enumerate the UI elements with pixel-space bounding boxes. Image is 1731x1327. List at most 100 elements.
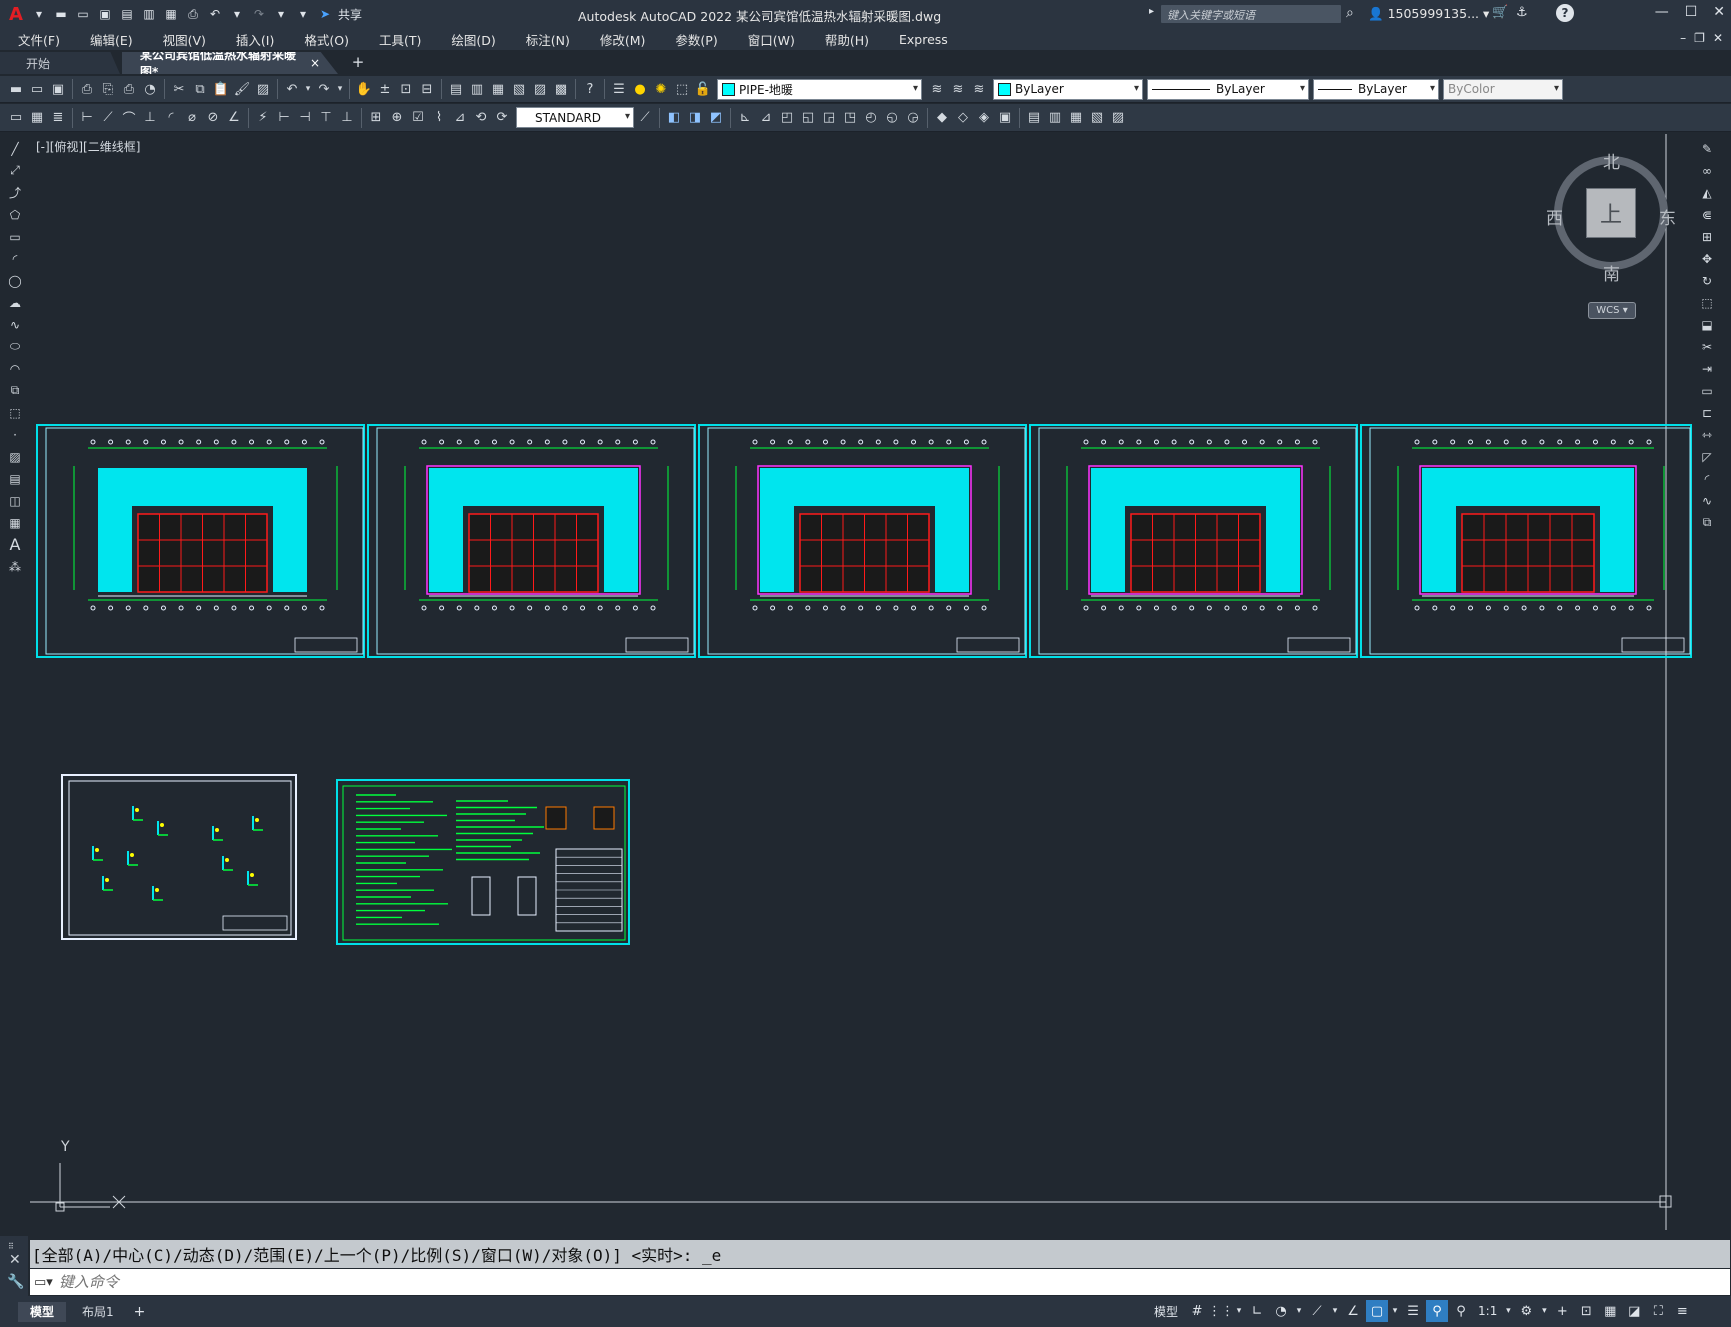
spline-icon[interactable]: ∿ xyxy=(6,315,24,334)
erase-icon[interactable]: ✎ xyxy=(1698,139,1716,158)
dimension-text-edit-icon[interactable]: ⟲ xyxy=(471,108,491,128)
properties-icon[interactable]: ▤ xyxy=(446,79,466,99)
aligned-dimension-icon[interactable]: ⟋ xyxy=(98,108,118,128)
center-mark-icon[interactable]: ⊕ xyxy=(387,108,407,128)
construction-line-icon[interactable]: ⤢ xyxy=(6,161,24,180)
tab-layout1[interactable]: 布局1 xyxy=(70,1302,126,1322)
design-center-icon[interactable]: ▥ xyxy=(467,79,487,99)
doc-close-icon[interactable]: ✕ xyxy=(1713,31,1723,45)
menu-tools[interactable]: 工具(T) xyxy=(361,30,433,49)
maximize-icon[interactable]: ☐ xyxy=(1685,4,1698,20)
save-as-icon[interactable]: ▤ xyxy=(118,5,136,23)
tab-model[interactable]: 模型 xyxy=(18,1301,67,1322)
undo-icon[interactable]: ↶ xyxy=(282,79,302,99)
tolerance-icon[interactable]: ⊞ xyxy=(366,108,386,128)
command-input[interactable] xyxy=(52,1273,1653,1291)
mirror-icon[interactable]: ◭ xyxy=(1698,183,1716,202)
viewcube[interactable]: 上 北 南 东 西 xyxy=(1546,148,1676,285)
ellipse-icon[interactable]: ⬭ xyxy=(6,337,24,356)
search-input[interactable]: 键入关键字或短语 xyxy=(1161,5,1341,23)
menu-parametric[interactable]: 参数(P) xyxy=(657,30,729,49)
drawing-canvas[interactable] xyxy=(30,134,1696,1230)
layer-lock-icon[interactable]: 🔓 xyxy=(693,79,713,99)
close-icon[interactable]: ✕ xyxy=(1713,4,1725,20)
open-web-icon[interactable]: ▥ xyxy=(140,5,158,23)
move-icon[interactable]: ✥ xyxy=(1698,249,1716,268)
diameter-dimension-icon[interactable]: ⊘ xyxy=(203,108,223,128)
offset-icon[interactable]: ⋐ xyxy=(1698,205,1716,224)
ellipse-arc-icon[interactable]: ◠ xyxy=(6,359,24,378)
dimension-style-icon[interactable]: ⟋ xyxy=(635,108,655,128)
join-icon[interactable]: ⇿ xyxy=(1698,425,1716,444)
view-bottom-icon[interactable]: ◨ xyxy=(685,108,705,128)
viewcube-top-face[interactable]: 上 xyxy=(1586,188,1636,238)
tab-close-icon[interactable]: × xyxy=(310,56,320,70)
grid-icon[interactable]: # xyxy=(1186,1300,1208,1322)
floor-plan-sheet[interactable] xyxy=(698,424,1027,658)
command-line[interactable]: ▭▾ xyxy=(30,1269,1730,1295)
continue-dimension-icon[interactable]: ⊣ xyxy=(295,108,315,128)
ucs-previous-icon[interactable]: ◰ xyxy=(777,108,797,128)
color-dropdown[interactable]: ByLayer ▾ xyxy=(993,78,1143,100)
menu-file[interactable]: 文件(F) xyxy=(0,30,72,49)
help-icon[interactable]: ? xyxy=(1556,4,1574,22)
ordinate-dimension-icon[interactable]: ⊥ xyxy=(140,108,160,128)
customize-wrench-icon[interactable]: 🔧 xyxy=(7,1274,24,1290)
angular-dimension-icon[interactable]: ∠ xyxy=(224,108,244,128)
save-icon[interactable]: ▣ xyxy=(48,79,68,99)
minimize-icon[interactable]: — xyxy=(1655,4,1669,20)
customize-menu-icon[interactable]: ≡ xyxy=(1671,1300,1693,1322)
quick-properties-icon[interactable]: ▦ xyxy=(1599,1300,1621,1322)
isodraft-dropdown-icon[interactable]: ▾ xyxy=(1330,1300,1340,1322)
circle-icon[interactable]: ◯ xyxy=(6,271,24,290)
floor-plan-sheet[interactable] xyxy=(1029,424,1358,658)
ucs-object-icon[interactable]: ◲ xyxy=(819,108,839,128)
render-5-icon[interactable]: ▨ xyxy=(1108,108,1128,128)
command-line-handle[interactable]: ⠿ ✕ 🔧 xyxy=(0,1236,28,1296)
lineweight-dropdown[interactable]: ByLayer ▾ xyxy=(1313,78,1439,100)
menu-express[interactable]: Express xyxy=(881,32,960,47)
hatch-icon[interactable]: ▨ xyxy=(6,447,24,466)
autocad-logo-icon[interactable]: A xyxy=(6,4,26,25)
scale-dropdown-icon[interactable]: ▾ xyxy=(1503,1300,1513,1322)
render-2-icon[interactable]: ▥ xyxy=(1045,108,1065,128)
recent-commands-icon[interactable]: ▭▾ xyxy=(34,1275,53,1290)
polar-icon[interactable]: ◔ xyxy=(1270,1300,1292,1322)
insert-block-icon[interactable]: ⧉ xyxy=(6,381,24,400)
array-icon[interactable]: ⊞ xyxy=(1698,227,1716,246)
block-editor-icon[interactable]: ▨ xyxy=(253,79,273,99)
linear-dimension-icon[interactable]: ⊢ xyxy=(77,108,97,128)
markup-icon[interactable]: ▨ xyxy=(530,79,550,99)
units-icon[interactable]: ⊡ xyxy=(1575,1300,1597,1322)
isodraft-icon[interactable]: ⟋ xyxy=(1306,1300,1328,1322)
zoom-realtime-icon[interactable]: ± xyxy=(375,79,395,99)
menu-view[interactable]: 视图(V) xyxy=(145,30,218,49)
rotate-icon[interactable]: ↻ xyxy=(1698,271,1716,290)
linetype-dropdown[interactable]: ByLayer ▾ xyxy=(1147,78,1309,100)
grip-icon[interactable]: ⠿ xyxy=(8,1242,14,1251)
rectangle-icon[interactable]: ▭ xyxy=(6,227,24,246)
table-icon[interactable]: ▦ xyxy=(6,513,24,532)
search-icon[interactable]: ⌕ xyxy=(1346,5,1354,21)
design-notes-sheet[interactable] xyxy=(336,779,630,945)
app-menu-chevron-icon[interactable]: ▾ xyxy=(30,5,48,23)
object-snap-icon[interactable]: ▢ xyxy=(1366,1300,1389,1322)
render-3-icon[interactable]: ▦ xyxy=(1066,108,1086,128)
visual-style-4-icon[interactable]: ▣ xyxy=(995,108,1015,128)
text-icon[interactable]: A xyxy=(6,535,24,554)
dimension-break-icon[interactable]: ⊥ xyxy=(337,108,357,128)
revision-cloud-icon[interactable]: ☁ xyxy=(6,293,24,312)
menu-format[interactable]: 格式(O) xyxy=(286,30,361,49)
quick-select-icon[interactable]: ▦ xyxy=(27,108,47,128)
menu-window[interactable]: 窗口(W) xyxy=(730,30,807,49)
menu-draw[interactable]: 绘图(D) xyxy=(433,30,507,49)
quick-dimension-icon[interactable]: ⚡ xyxy=(253,108,273,128)
make-block-icon[interactable]: ⬚ xyxy=(6,403,24,422)
baseline-dimension-icon[interactable]: ⊢ xyxy=(274,108,294,128)
add-layout-plus-icon[interactable]: + xyxy=(134,1304,146,1320)
radius-dimension-icon[interactable]: ◜ xyxy=(161,108,181,128)
plus-icon[interactable]: + xyxy=(1551,1300,1573,1322)
menu-dimension[interactable]: 标注(N) xyxy=(508,30,582,49)
view-top-icon[interactable]: ◧ xyxy=(664,108,684,128)
tool-palettes-icon[interactable]: ▦ xyxy=(488,79,508,99)
